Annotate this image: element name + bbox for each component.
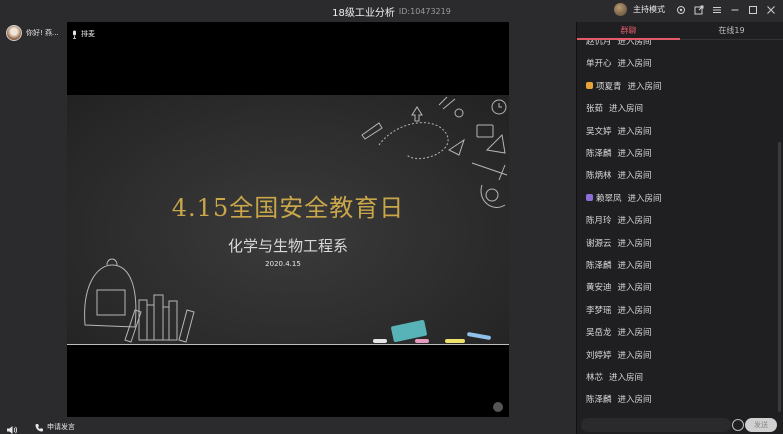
list-item: 陈月玲 进入房间 xyxy=(586,214,652,226)
chat-panel: 群聊 在线19 赵仉月 进入房间 单开心 进入房间 项夏青 进入房间 张茹 进入房间 吴文婷 进入… xyxy=(576,22,783,434)
list-item: 赵仉月 进入房间 xyxy=(586,40,652,47)
settings-icon[interactable] xyxy=(675,4,687,16)
list-item: 项夏青 进入房间 xyxy=(586,80,662,92)
list-item: 单开心 进入房间 xyxy=(586,57,652,69)
window-controls: 主持模式 xyxy=(614,3,777,16)
message-list[interactable]: 赵仉月 进入房间 单开心 进入房间 项夏青 进入房间 张茹 进入房间 吴文婷 进入房间 陈泽麟 进入房… xyxy=(577,40,777,410)
queue-mic-label: 排麦 xyxy=(81,30,95,38)
member-name: 单开心 xyxy=(586,59,612,70)
list-item: 吴文婷 进入房间 xyxy=(586,125,652,137)
member-action: 进入房间 xyxy=(617,350,652,361)
member-name: 赖翠凤 xyxy=(596,193,622,204)
list-item: 陈炳林 进入房间 xyxy=(586,169,652,181)
apply-speak-button[interactable]: 申请发言 xyxy=(35,422,75,432)
member-action: 进入房间 xyxy=(617,395,652,406)
member-action: 进入房间 xyxy=(617,40,652,47)
emoji-icon[interactable] xyxy=(732,419,744,431)
presentation-slide: 4.15全国安全教育日 化学与生物工程系 2020.4.15 xyxy=(67,95,509,345)
list-item: 陈泽麟 进入房间 xyxy=(586,393,652,405)
member-name: 李梦瑶 xyxy=(586,305,612,316)
list-item: 谢源云 进入房间 xyxy=(586,237,652,249)
member-action: 进入房间 xyxy=(617,238,652,249)
member-action: 进入房间 xyxy=(617,328,652,339)
member-action: 进入房间 xyxy=(617,59,652,70)
slide-divider xyxy=(67,344,509,345)
stage-mic-icon[interactable] xyxy=(493,402,503,412)
member-badge-icon xyxy=(586,194,593,202)
list-item: 林芯 进入房间 xyxy=(586,371,643,383)
user-greeting: 你好! 燕... xyxy=(26,29,59,37)
member-name: 赵仉月 xyxy=(586,40,612,47)
member-name: 吴文婷 xyxy=(586,126,612,137)
host-avatar[interactable] xyxy=(614,3,627,16)
video-stage: 排麦 4.15全国安全教育日 化学与生物工程系 2020.4.15 xyxy=(67,22,509,417)
member-action: 进入房间 xyxy=(609,104,644,115)
list-item: 赖翠凤 进入房间 xyxy=(586,192,662,204)
member-action: 进入房间 xyxy=(627,193,662,204)
member-name: 陈泽麟 xyxy=(586,149,612,159)
share-icon[interactable] xyxy=(693,4,705,16)
chat-input[interactable] xyxy=(581,418,731,432)
member-name: 陈月玲 xyxy=(586,216,612,227)
user-chip[interactable]: 你好! 燕... xyxy=(6,25,59,41)
close-icon[interactable] xyxy=(765,4,777,16)
member-action: 进入房间 xyxy=(617,149,652,159)
bottom-bar: 申请发言 xyxy=(0,420,576,434)
title-bar: 18级工业分析 ID:10473219 主持模式 xyxy=(0,0,783,22)
member-name: 黄安迪 xyxy=(586,283,612,294)
member-action: 进入房间 xyxy=(627,81,662,92)
room-title: 18级工业分析 xyxy=(332,7,395,19)
member-name: 陈泽麟 xyxy=(586,261,612,271)
tab-group-chat[interactable]: 群聊 xyxy=(577,22,680,39)
minimize-icon[interactable] xyxy=(729,4,741,16)
user-avatar xyxy=(6,25,22,41)
message-list-scrollbar[interactable] xyxy=(778,142,781,412)
list-item: 李梦瑶 进入房间 xyxy=(586,304,652,316)
phone-icon xyxy=(35,423,43,431)
member-name: 吴岳龙 xyxy=(586,328,612,339)
list-item: 黄安迪 进入房间 xyxy=(586,281,652,293)
slide-title: 4.15全国安全教育日 xyxy=(171,194,405,222)
slide-date: 2020.4.15 xyxy=(265,260,301,268)
member-name: 张茹 xyxy=(586,104,604,115)
room-id: ID:10473219 xyxy=(398,6,451,16)
member-name: 林芯 xyxy=(586,373,604,383)
apply-speak-label: 申请发言 xyxy=(47,423,75,431)
queue-mic-button[interactable]: 排麦 xyxy=(71,29,95,39)
member-name: 谢源云 xyxy=(586,238,612,249)
member-action: 进入房间 xyxy=(617,216,652,227)
member-name: 陈泽麟 xyxy=(586,395,612,406)
member-name: 刘婷婷 xyxy=(586,350,612,361)
member-action: 进入房间 xyxy=(617,283,652,294)
member-action: 进入房间 xyxy=(617,126,652,137)
tab-online[interactable]: 在线19 xyxy=(680,22,783,39)
member-name: 项夏青 xyxy=(596,81,622,92)
list-item: 陈泽麟 进入房间 xyxy=(586,147,652,159)
member-action: 进入房间 xyxy=(617,171,652,182)
list-item: 陈泽麟 进入房间 xyxy=(586,259,652,271)
list-item: 刘婷婷 进入房间 xyxy=(586,349,652,361)
member-badge-icon xyxy=(586,82,593,90)
send-button[interactable]: 发送 xyxy=(745,418,777,432)
member-action: 进入房间 xyxy=(617,261,652,271)
host-mode-label[interactable]: 主持模式 xyxy=(633,4,665,15)
member-action: 进入房间 xyxy=(609,373,644,383)
maximize-icon[interactable] xyxy=(747,4,759,16)
menu-icon[interactable] xyxy=(711,4,723,16)
panel-tabs: 群聊 在线19 xyxy=(577,22,783,40)
app-window: 18级工业分析 ID:10473219 主持模式 你好! 燕... 排麦 4.1… xyxy=(0,0,783,434)
slide-subtitle: 化学与生物工程系 xyxy=(227,237,348,255)
member-action: 进入房间 xyxy=(617,305,652,316)
microphone-icon xyxy=(73,30,76,39)
list-item: 吴岳龙 进入房间 xyxy=(586,326,652,338)
speaker-icon[interactable] xyxy=(6,421,18,434)
list-item: 张茹 进入房间 xyxy=(586,102,643,114)
member-name: 陈炳林 xyxy=(586,171,612,182)
